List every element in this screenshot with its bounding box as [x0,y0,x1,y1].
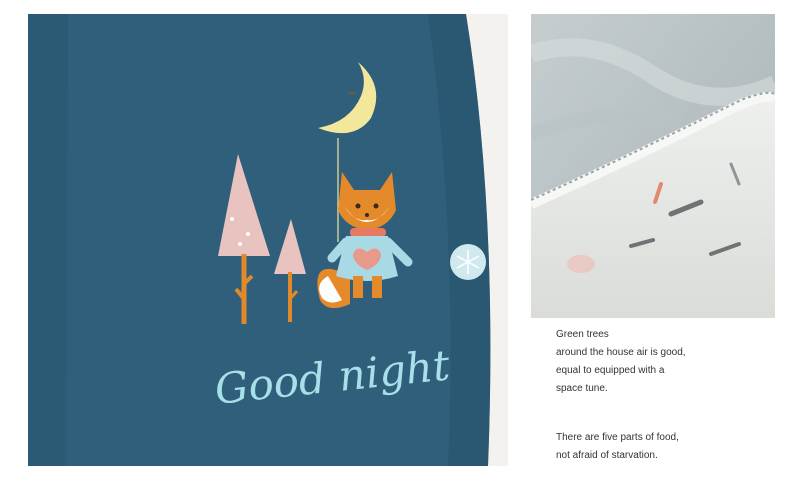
fabric-seam-illustration [531,14,775,318]
caption-line: There are five parts of food, [556,432,679,443]
caption-line: Green trees [556,329,609,340]
caption-block-2: There are five parts of food, not afraid… [556,429,776,465]
caption-line: around the house air is good, [556,347,686,358]
caption-block-1: Green trees around the house air is good… [556,326,776,398]
caption-line: space tune. [556,383,608,394]
curtain-illustration: Good night [28,14,508,466]
snowflake-badge [450,244,486,280]
caption-line: not afraid of starvation. [556,450,658,461]
caption-line: equal to equipped with a [556,365,665,376]
curtain-photo: Good night [28,14,508,466]
fabric-closeup-photo [531,14,775,318]
